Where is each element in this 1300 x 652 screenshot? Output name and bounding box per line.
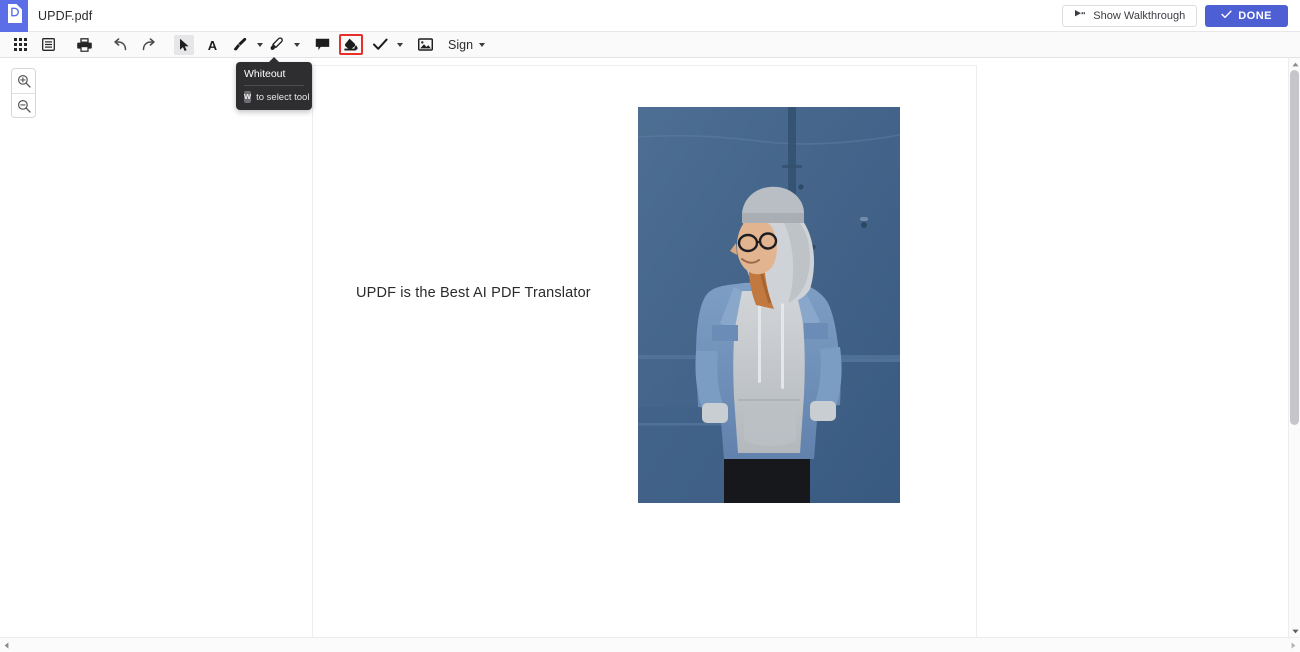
zoom-in-button[interactable] xyxy=(12,69,35,93)
updf-document-logo-icon xyxy=(6,3,23,29)
zoom-out-button[interactable] xyxy=(12,93,35,117)
title-bar: UPDF.pdf Show Walkthrough DONE xyxy=(0,0,1300,32)
toolbar-print-button[interactable] xyxy=(74,35,94,55)
done-button[interactable]: DONE xyxy=(1205,4,1288,27)
toolbar-select-tool[interactable] xyxy=(174,34,194,55)
tooltip-title: Whiteout xyxy=(244,68,286,80)
svg-text:A: A xyxy=(207,38,217,52)
updf-editor-window: UPDF.pdf Show Walkthrough DONE A Sign Wh… xyxy=(0,0,1300,652)
toolbar-text-tool[interactable]: A xyxy=(202,35,222,55)
vertical-scrollbar[interactable] xyxy=(1288,58,1300,637)
horizontal-scrollbar[interactable] xyxy=(0,637,1300,652)
sign-dropdown-caret-icon[interactable] xyxy=(479,42,486,47)
tooltip-shortcut-row: W to select tool xyxy=(236,86,312,110)
toolbar-sign-group[interactable]: Sign xyxy=(439,37,486,52)
toolbar-highlighter-tool[interactable] xyxy=(267,35,287,55)
toolbar-undo-button[interactable] xyxy=(110,35,130,55)
toolbar-image-tool[interactable] xyxy=(415,35,435,55)
toolbar-page-thumbnails-button[interactable] xyxy=(10,35,30,55)
scroll-left-button[interactable] xyxy=(1,640,12,651)
toolbar-brush-tool[interactable] xyxy=(230,35,250,55)
play-pointer-icon xyxy=(1074,9,1086,22)
toolbar-checkmark-group xyxy=(366,35,403,55)
scroll-right-button[interactable] xyxy=(1288,640,1299,651)
annotation-toolbar: A Sign xyxy=(0,32,1300,58)
tooltip-hint-text: to select tool xyxy=(256,91,310,103)
vertical-scroll-thumb[interactable] xyxy=(1290,70,1299,425)
document-photo[interactable] xyxy=(638,107,900,503)
checkmark-dropdown-caret-icon[interactable] xyxy=(397,42,403,47)
app-logo xyxy=(0,0,28,32)
zoom-controls xyxy=(11,68,36,118)
show-walkthrough-button[interactable]: Show Walkthrough xyxy=(1062,4,1198,27)
tooltip-arrow-icon xyxy=(268,57,280,63)
show-walkthrough-label: Show Walkthrough xyxy=(1093,9,1186,22)
toolbar-redo-button[interactable] xyxy=(138,35,158,55)
check-icon xyxy=(1221,10,1232,22)
scroll-down-button[interactable] xyxy=(1289,625,1300,637)
toolbar-checkmark-tool[interactable] xyxy=(370,35,390,55)
document-title: UPDF.pdf xyxy=(38,8,93,23)
scroll-up-button[interactable] xyxy=(1289,58,1300,70)
toolbar-sign-label: Sign xyxy=(448,37,474,52)
toolbar-comment-tool[interactable] xyxy=(312,35,332,55)
highlighter-dropdown-caret-icon[interactable] xyxy=(294,42,300,47)
toolbar-page-view-button[interactable] xyxy=(38,35,58,55)
whiteout-tooltip: Whiteout W to select tool xyxy=(236,57,312,110)
keyboard-key-badge: W xyxy=(244,91,252,103)
workspace: UPDF is the Best AI PDF Translator xyxy=(0,58,1300,637)
pdf-page-container: UPDF is the Best AI PDF Translator xyxy=(313,66,976,637)
done-label: DONE xyxy=(1238,9,1272,22)
toolbar-highlighter-group xyxy=(263,35,300,55)
document-canvas[interactable]: UPDF is the Best AI PDF Translator xyxy=(0,58,1288,637)
titlebar-actions: Show Walkthrough DONE xyxy=(1062,4,1300,27)
pdf-page[interactable]: UPDF is the Best AI PDF Translator xyxy=(313,66,976,637)
document-body-text[interactable]: UPDF is the Best AI PDF Translator xyxy=(356,285,591,301)
toolbar-whiteout-tool[interactable] xyxy=(339,34,363,55)
toolbar-brush-group xyxy=(226,35,263,55)
